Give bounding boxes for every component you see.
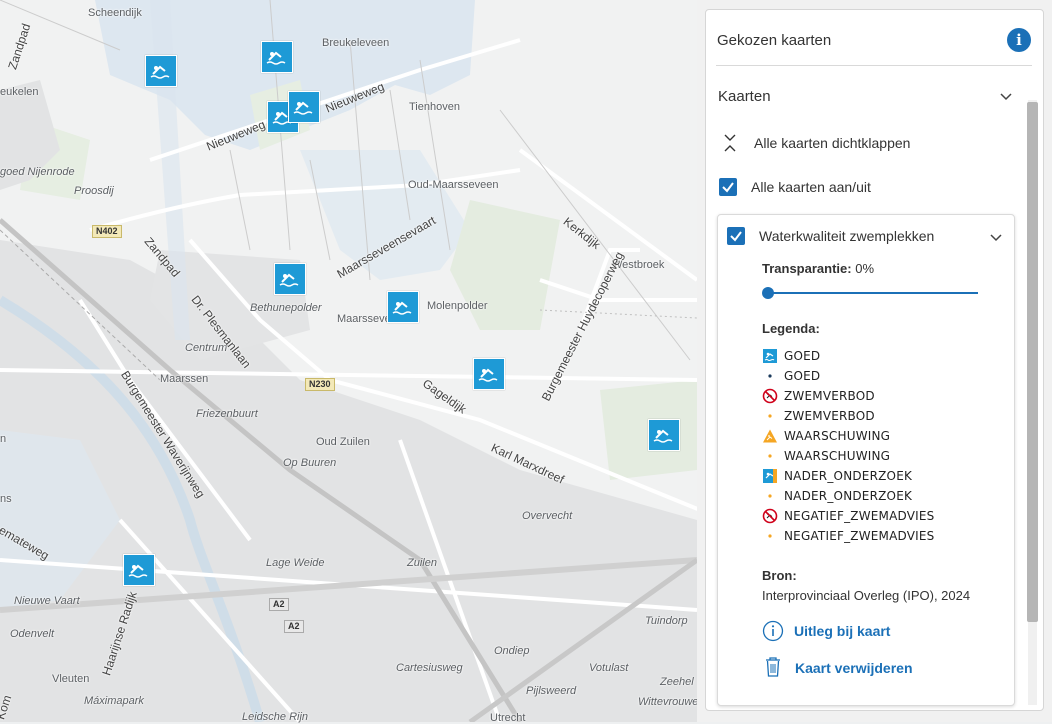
transparency-slider-knob[interactable] xyxy=(762,287,774,299)
legend-label: NEGATIEF_ZWEMADVIES xyxy=(784,509,935,523)
layer-checkbox[interactable] xyxy=(727,227,745,245)
place-label: Utrecht xyxy=(490,712,526,724)
dot-dark-icon xyxy=(762,368,778,384)
legend-label: GOED xyxy=(784,349,821,363)
place-label: Zuilen xyxy=(407,557,437,569)
road-shield: A2 xyxy=(284,620,304,633)
place-label: Overvecht xyxy=(522,510,573,522)
source-title: Bron: xyxy=(762,568,797,583)
swim-location-marker[interactable] xyxy=(274,263,306,295)
scrollbar-thumb[interactable] xyxy=(1027,102,1038,622)
place-label: Lage Weide xyxy=(266,557,325,569)
place-label: Odenvelt xyxy=(10,628,55,640)
swim-location-marker[interactable] xyxy=(261,41,293,73)
place-label: Ondiep xyxy=(494,645,530,657)
place-label: Nieuwe Vaart xyxy=(14,595,80,607)
swim-blue-icon xyxy=(762,348,778,364)
legend-label: NADER_ONDERZOEK xyxy=(784,469,913,483)
transparency-label: Transparantie: 0% xyxy=(762,261,874,276)
swim-location-marker[interactable] xyxy=(145,55,177,87)
dot-orange-icon xyxy=(762,488,778,504)
chosen-maps-card: Gekozen kaarten i Kaarten Alle kaarten d… xyxy=(705,9,1044,711)
remove-map-link[interactable]: Kaart verwijderen xyxy=(795,660,913,676)
info-icon[interactable]: i xyxy=(1007,28,1031,52)
toggle-all-label[interactable]: Alle kaarten aan/uit xyxy=(751,179,871,195)
place-label: Zeehel xyxy=(660,676,694,688)
legend-label: GOED xyxy=(784,369,821,383)
no-swim-icon xyxy=(762,388,778,404)
place-label: Scheendijk xyxy=(88,7,142,19)
collapse-all-button[interactable]: Alle kaarten dichtklappen xyxy=(754,135,910,151)
swim-investigate-icon xyxy=(762,468,778,484)
place-label: Bethunepolder xyxy=(250,302,322,314)
legend-label: NADER_ONDERZOEK xyxy=(784,489,913,503)
place-label: Wittevrouwer xyxy=(638,696,703,708)
legend-label: ZWEMVERBOD xyxy=(784,389,875,403)
collapse-all-icon[interactable] xyxy=(723,134,737,152)
legend-label: NEGATIEF_ZWEMADVIES xyxy=(784,529,935,543)
trash-icon[interactable] xyxy=(764,656,782,678)
legend-label: WAARSCHUWING xyxy=(784,429,891,443)
place-label: Votulast xyxy=(589,662,629,674)
place-label: Pijlsweerd xyxy=(526,685,577,697)
place-label: Proosdij xyxy=(74,185,114,197)
road-shield: A2 xyxy=(269,598,289,611)
transparency-slider-track[interactable] xyxy=(768,292,978,294)
toggle-all-checkbox[interactable] xyxy=(719,178,737,196)
no-swim-icon xyxy=(762,508,778,524)
transparency-title: Transparantie: xyxy=(762,261,852,276)
place-label: Maarssen xyxy=(160,373,209,385)
legend-label: WAARSCHUWING xyxy=(784,449,891,463)
transparency-value: 0% xyxy=(855,261,875,276)
chevron-down-icon[interactable] xyxy=(989,231,1003,245)
layer-card: Waterkwaliteit zwemplekken Transparantie… xyxy=(717,214,1015,706)
swim-location-marker[interactable] xyxy=(387,291,419,323)
place-label: Tuindorp xyxy=(645,615,688,627)
road-shield: N230 xyxy=(305,378,335,391)
place-label: eukelen xyxy=(0,86,39,98)
explain-map-link[interactable]: Uitleg bij kaart xyxy=(794,623,890,639)
place-label: Op Buuren xyxy=(283,457,337,469)
swim-location-marker[interactable] xyxy=(648,419,680,451)
place-label: Friezenbuurt xyxy=(196,408,258,420)
place-label: Máximapark xyxy=(84,695,144,707)
map-basemap xyxy=(0,0,697,722)
place-label: n xyxy=(0,433,7,445)
place-label: Oud-Maarsseveen xyxy=(408,179,499,191)
place-label: ns xyxy=(0,493,12,505)
swim-location-marker[interactable] xyxy=(473,358,505,390)
place-label: goed Nijenrode xyxy=(0,166,75,178)
place-label: Leidsche Rijn xyxy=(242,711,309,723)
place-label: Oud Zuilen xyxy=(316,436,370,448)
legend-title: Legenda: xyxy=(762,321,820,336)
dot-orange-icon xyxy=(762,528,778,544)
source-text: Interprovinciaal Overleg (IPO), 2024 xyxy=(762,588,971,603)
info-outline-icon[interactable] xyxy=(762,620,784,642)
swim-location-marker[interactable] xyxy=(288,91,320,123)
dot-orange-icon xyxy=(762,408,778,424)
place-label: Breukeleveen xyxy=(322,37,390,49)
warning-icon xyxy=(762,428,778,444)
divider xyxy=(716,65,1032,66)
place-label: Tienhoven xyxy=(409,101,460,113)
side-panel: Gekozen kaarten i Kaarten Alle kaarten d… xyxy=(697,0,1052,722)
place-label: Vleuten xyxy=(52,673,90,685)
place-label: Molenpolder xyxy=(427,300,488,312)
dot-orange-icon xyxy=(762,448,778,464)
layer-name[interactable]: Waterkwaliteit zwemplekken xyxy=(759,228,934,244)
legend-label: ZWEMVERBOD xyxy=(784,409,875,423)
panel-title: Gekozen kaarten xyxy=(717,32,832,49)
place-label: Cartesiusweg xyxy=(396,662,463,674)
chevron-down-icon[interactable] xyxy=(999,90,1013,104)
swim-location-marker[interactable] xyxy=(123,554,155,586)
road-shield: N402 xyxy=(92,225,122,238)
section-title-kaarten[interactable]: Kaarten xyxy=(718,88,771,105)
